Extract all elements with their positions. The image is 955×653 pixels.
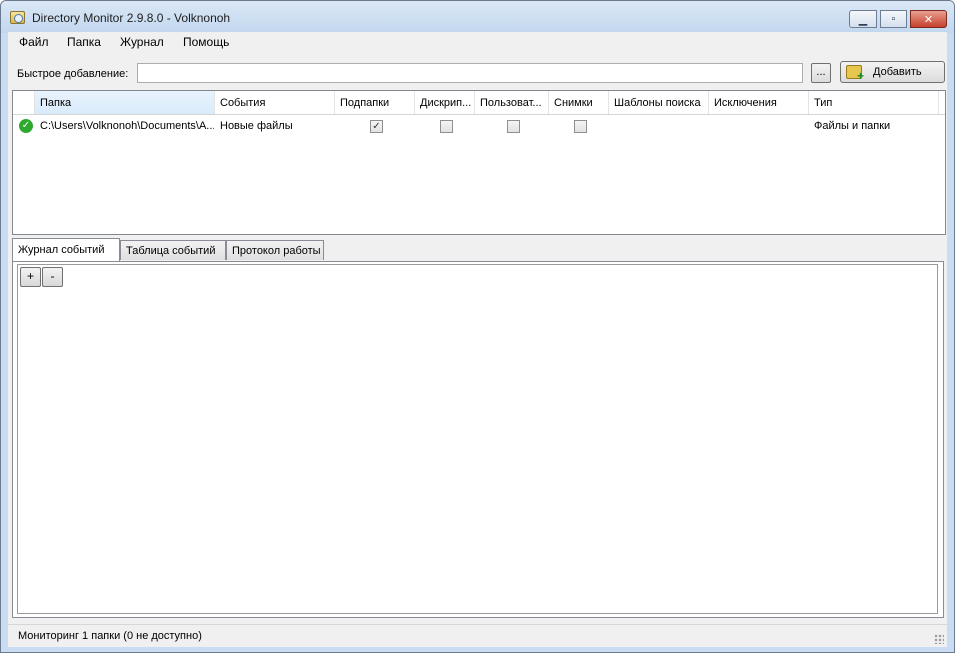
tab-event-log[interactable]: Журнал событий [12, 238, 120, 261]
quick-add-input[interactable] [137, 63, 803, 83]
column-folder[interactable]: ˆ Папка [35, 91, 215, 114]
column-type[interactable]: Тип [809, 91, 939, 114]
menu-journal[interactable]: Журнал [120, 35, 164, 49]
checkbox-subfolders[interactable]: ✓ [370, 120, 383, 133]
app-window: Directory Monitor 2.9.8.0 - Volknonoh ▁ … [0, 0, 955, 653]
menu-help[interactable]: Помощь [183, 35, 229, 49]
quick-add-row: Быстрое добавление: ... Добавить [8, 54, 947, 84]
list-header: ˆ Папка События Подпапки Дискрип... Поль… [13, 91, 945, 115]
table-row[interactable]: ✓ C:\Users\Volknonoh\Documents\A... Новы… [13, 116, 945, 136]
collapse-button[interactable]: - [42, 267, 63, 287]
status-bar: Мониторинг 1 папки (0 не доступно) [8, 624, 947, 647]
check-circle-icon: ✓ [19, 119, 33, 133]
event-log-box[interactable]: + - [17, 264, 938, 614]
tab-strip: Журнал событий Таблица событий Протокол … [12, 238, 946, 262]
column-snapshots[interactable]: Снимки [549, 91, 609, 114]
column-user[interactable]: Пользоват... [475, 91, 549, 114]
cell-type: Файлы и папки [814, 120, 891, 132]
close-icon: ✕ [923, 13, 934, 26]
checkbox-snapshots[interactable] [574, 120, 587, 133]
menu-folder[interactable]: Папка [67, 35, 101, 49]
column-subfolders[interactable]: Подпапки [335, 91, 415, 114]
column-events[interactable]: События [215, 91, 335, 114]
maximize-button[interactable]: ▫ [880, 10, 907, 28]
checkbox-user[interactable] [507, 120, 520, 133]
add-button-label: Добавить [873, 66, 922, 78]
folder-list[interactable]: ˆ Папка События Подпапки Дискрип... Поль… [12, 90, 946, 235]
client-area: Файл Папка Журнал Помощь Быстрое добавле… [8, 32, 947, 647]
cell-folder: C:\Users\Volknonoh\Documents\A... [40, 120, 214, 132]
add-folder-icon [846, 65, 864, 83]
event-log-panel: + - [12, 261, 944, 618]
status-text: Мониторинг 1 папки (0 не доступно) [18, 630, 202, 642]
minimize-button[interactable]: ▁ [849, 10, 877, 28]
expand-button[interactable]: + [20, 267, 41, 287]
column-descriptor[interactable]: Дискрип... [415, 91, 475, 114]
column-exclusions[interactable]: Исключения [709, 91, 809, 114]
checkbox-descriptor[interactable] [440, 120, 453, 133]
column-status[interactable] [13, 91, 35, 114]
cell-events: Новые файлы [220, 120, 293, 132]
menu-file[interactable]: Файл [19, 35, 49, 49]
quick-add-label: Быстрое добавление: [17, 68, 129, 80]
tab-event-table[interactable]: Таблица событий [120, 240, 226, 260]
window-title: Directory Monitor 2.9.8.0 - Volknonoh [32, 11, 231, 25]
title-bar[interactable]: Directory Monitor 2.9.8.0 - Volknonoh ▁ … [1, 1, 954, 33]
close-button[interactable]: ✕ [910, 10, 947, 28]
sort-ascending-icon: ˆ [144, 91, 148, 99]
app-icon [10, 11, 25, 24]
column-folder-label: Папка [40, 97, 72, 109]
resize-grip-icon[interactable] [934, 634, 944, 644]
minimize-icon: ▁ [858, 13, 868, 26]
tab-work-protocol[interactable]: Протокол работы [226, 240, 324, 260]
maximize-icon: ▫ [891, 13, 896, 25]
add-button[interactable]: Добавить [840, 61, 945, 83]
menu-bar: Файл Папка Журнал Помощь [8, 32, 947, 53]
browse-button[interactable]: ... [811, 63, 831, 83]
column-search-patterns[interactable]: Шаблоны поиска [609, 91, 709, 114]
